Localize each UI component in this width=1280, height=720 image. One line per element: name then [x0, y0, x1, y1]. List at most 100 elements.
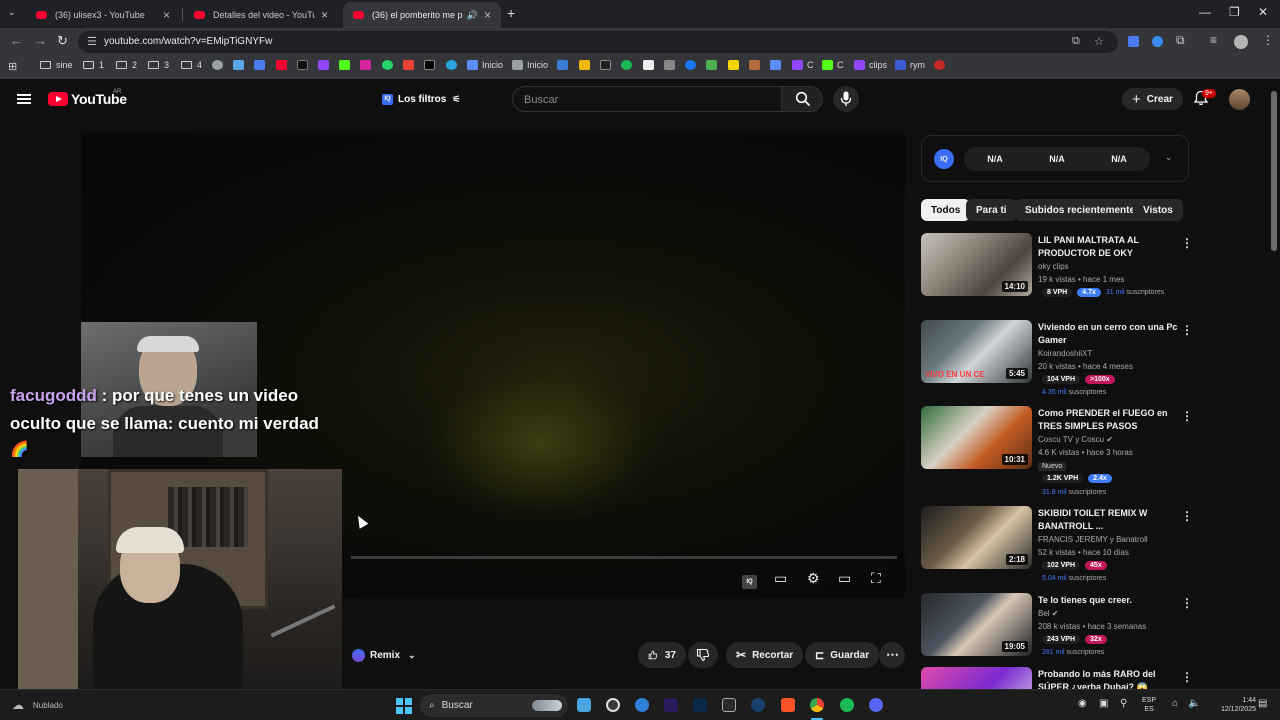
volume-icon[interactable]: 🔈 [1188, 699, 1200, 709]
bookmark-icon[interactable] [446, 60, 461, 70]
bookmark-inicio-1[interactable]: Inicio [467, 60, 503, 70]
bookmark-clips[interactable]: clips [854, 60, 887, 70]
video-channel[interactable]: KoirandoshiiXT [1038, 349, 1092, 358]
voice-search-button[interactable] [833, 86, 859, 112]
video-more-icon[interactable]: ⋮ [1181, 323, 1193, 337]
site-info-icon[interactable]: ☰ [87, 35, 97, 48]
recommended-video[interactable]: 10:31 Como PRENDER el FUEGO en TRES SIMP… [921, 406, 1193, 501]
close-window-icon[interactable]: ✕ [1258, 5, 1268, 19]
notification-center-icon[interactable]: ▤ [1258, 699, 1267, 709]
bookmark-icon[interactable] [557, 60, 572, 70]
video-channel[interactable]: Coscu TV y Coscu ✔ [1038, 435, 1113, 444]
page-scrollbar[interactable] [1271, 91, 1277, 251]
task-view-icon[interactable] [577, 698, 591, 712]
language-indicator[interactable]: ESP ES [1142, 696, 1156, 714]
video-channel[interactable]: oky clips [1038, 262, 1069, 271]
video-thumbnail[interactable] [921, 667, 1032, 689]
bookmark-icon[interactable] [706, 60, 721, 70]
new-tab-button[interactable]: + [507, 5, 515, 21]
menu-hamburger-icon[interactable] [17, 94, 31, 104]
more-actions-button[interactable]: ⋯ [879, 642, 905, 668]
youtube-logo-icon[interactable] [48, 92, 68, 106]
video-channel[interactable]: Bel ✔ [1038, 609, 1059, 618]
bookmark-icon[interactable] [382, 60, 397, 70]
theater-mode-icon[interactable]: ▭ [838, 570, 851, 587]
browser-tab-2[interactable]: Detalles del video - YouTube Studio × [184, 2, 338, 28]
bookmark-icon[interactable] [424, 60, 439, 70]
chip-subidos-recientemente[interactable]: Subidos recientemente [1015, 199, 1146, 221]
minimize-icon[interactable]: — [1199, 5, 1211, 19]
weather-cloud-icon[interactable]: ☁ [12, 698, 24, 712]
search-input[interactable]: Buscar [512, 86, 782, 112]
url-text[interactable]: youtube.com/watch?v=EMipTiGNYFw [104, 36, 272, 47]
bookmark-c-2[interactable]: C [822, 60, 844, 70]
bookmark-icon[interactable] [685, 60, 700, 70]
back-icon[interactable]: ← [10, 33, 23, 48]
bookmark-icon[interactable] [297, 60, 312, 70]
chip-todos[interactable]: Todos [921, 199, 971, 221]
video-more-icon[interactable]: ⋮ [1181, 236, 1193, 250]
bookmark-icon[interactable] [339, 60, 354, 70]
video-thumbnail[interactable]: 10:31 [921, 406, 1032, 469]
bookmark-folder-2[interactable]: 2 [116, 60, 137, 70]
app-c-icon[interactable] [635, 698, 649, 712]
bookmark-rym[interactable]: rym [895, 60, 925, 70]
brave-icon[interactable] [781, 698, 795, 712]
bookmark-star-icon[interactable]: ☆ [1094, 35, 1104, 48]
close-tab-icon[interactable]: × [321, 8, 328, 22]
restore-icon[interactable]: ❐ [1229, 5, 1240, 19]
tray-app-icon[interactable]: ▣ [1099, 699, 1108, 709]
iq-player-button[interactable]: IQ [742, 570, 762, 589]
bookmark-icon[interactable] [728, 60, 743, 70]
browser-tab-1[interactable]: (36) ulisex3 - YouTube × [26, 2, 180, 28]
video-title[interactable]: Viviendo en un cerro con una Pc Gamer [1038, 321, 1178, 347]
bookmark-icon[interactable] [664, 60, 679, 70]
bookmark-icon[interactable] [403, 60, 418, 70]
bookmark-inicio-2[interactable]: Inicio [512, 60, 548, 70]
profile-avatar-icon[interactable] [1234, 35, 1248, 49]
subtitles-icon[interactable]: ▭ [774, 570, 787, 587]
video-more-icon[interactable]: ⋮ [1181, 596, 1193, 610]
bookmark-icon[interactable] [318, 60, 333, 70]
bookmark-folder-4[interactable]: 4 [181, 60, 202, 70]
bookmark-icon[interactable] [770, 60, 785, 70]
reload-icon[interactable]: ↻ [57, 33, 68, 49]
recommended-video[interactable]: 19:05 Te lo tienes que creer. Bel ✔ 208 … [921, 593, 1193, 673]
browser-menu-icon[interactable]: ⋮ [1262, 33, 1274, 47]
photoshop-icon[interactable] [693, 698, 707, 712]
taskbar-search[interactable]: ⌕ Buscar [420, 694, 568, 717]
network-icon[interactable]: ⌂ [1172, 699, 1178, 709]
obs-icon[interactable] [606, 698, 620, 712]
reading-list-icon[interactable]: ≡ [1210, 33, 1217, 47]
bookmark-icon[interactable] [934, 60, 949, 70]
bookmark-icon[interactable] [276, 60, 291, 70]
filters-button[interactable]: IQ Los filtros ⚟ [374, 88, 468, 110]
omnibox[interactable]: ☰ youtube.com/watch?v=EMipTiGNYFw ⧉ ☆ [78, 31, 1118, 53]
settings-gear-icon[interactable]: ⚙ [807, 570, 820, 587]
video-more-icon[interactable]: ⋮ [1181, 409, 1193, 423]
tray-app-icon[interactable]: ⚲ [1120, 699, 1127, 709]
steam-icon[interactable] [751, 698, 765, 712]
video-more-icon[interactable]: ⋮ [1181, 509, 1193, 523]
recommended-video[interactable]: Probando lo más RARO del SÚPER ¿yerba Du… [921, 667, 1191, 689]
video-thumbnail[interactable]: 14:10 [921, 233, 1032, 296]
video-more-icon[interactable]: ⋮ [1181, 670, 1191, 684]
save-button[interactable]: ⊏ Guardar [805, 642, 880, 668]
bookmark-folder-sine[interactable]: sine [40, 60, 73, 70]
windows-start-icon[interactable] [396, 698, 412, 714]
like-button[interactable]: 37 [638, 642, 686, 668]
progress-bar[interactable] [351, 556, 897, 559]
video-channel[interactable]: FRANCIS JEREMY y Banatroll [1038, 535, 1148, 544]
video-thumbnail[interactable]: 19:05 [921, 593, 1032, 656]
bookmark-icon[interactable] [212, 60, 227, 70]
video-title[interactable]: Probando lo más RARO del SÚPER ¿yerba Du… [1038, 668, 1178, 689]
bookmark-icon[interactable] [254, 60, 269, 70]
bookmark-c-1[interactable]: C [792, 60, 814, 70]
bookmark-icon[interactable] [749, 60, 764, 70]
epic-games-icon[interactable] [722, 698, 736, 712]
bookmark-icon[interactable] [621, 60, 636, 70]
bookmark-icon[interactable] [600, 60, 615, 70]
browser-tab-3-active[interactable]: (36) el pomberito me persigue 🔊 × [343, 2, 501, 28]
weather-label[interactable]: Nublado [33, 701, 63, 710]
chip-vistos[interactable]: Vistos [1133, 199, 1183, 221]
